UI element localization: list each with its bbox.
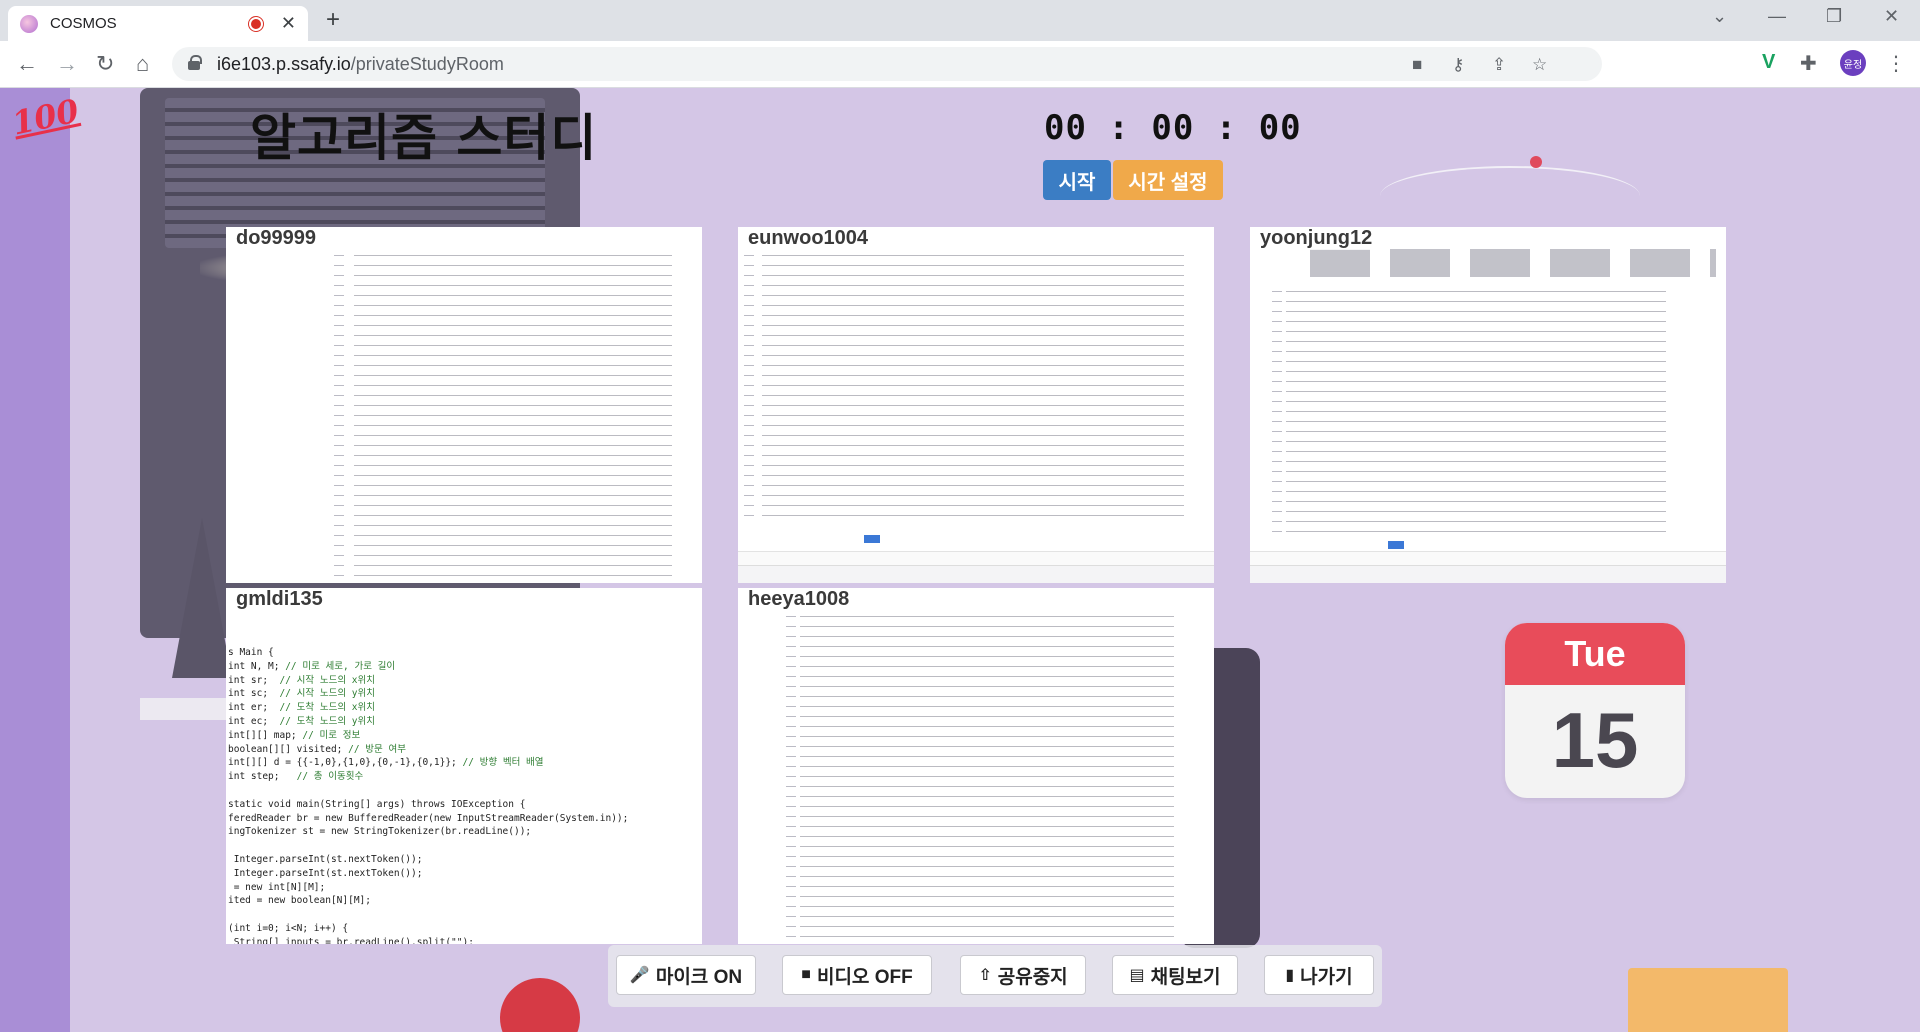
shared-screen [226,249,702,583]
calendar-weekday: Tue [1505,623,1685,685]
leave-room-button[interactable]: ▮ 나가기 [1264,955,1374,995]
shared-code-text: s Main { int N, M; // 미로 세로, 가로 길이 int sr;… [228,646,628,944]
share-icon[interactable]: ⇪ [1492,55,1506,75]
page-title: 알고리즘 스터디 [250,109,598,167]
browser-menu-icon[interactable]: ⋮ [1886,51,1906,76]
bg-pin-illustration [1530,156,1542,168]
tab-search-icon[interactable]: ⌄ [1712,6,1727,27]
video-tile-gmldi135[interactable]: gmldi135 s Main { int N, M; // 미로 세로, 가로 … [226,588,702,944]
code-line: ited = new boolean[N][M]; [228,895,371,907]
forward-icon[interactable]: → [56,51,78,77]
minimize-icon[interactable]: — [1768,6,1786,27]
set-time-button[interactable]: 시간 설정 [1113,160,1223,200]
code-line: s Main { [228,647,274,658]
cosmos-favicon-icon [20,14,38,33]
microphone-icon: 🎤 [629,967,650,984]
hundred-logo-icon[interactable]: 100 [9,91,82,142]
maximize-icon[interactable]: ❐ [1826,6,1842,27]
extension-v-icon[interactable]: V [1762,51,1775,74]
left-sidebar: 100 [0,88,82,1032]
code-line: boolean[][] visited; // 방문 여부 [228,743,406,755]
participant-name: eunwoo1004 [744,227,873,250]
bg-mug-illustration [500,978,580,1032]
participant-name: do99999 [232,227,321,250]
calendar-illustration: Tue 15 [1505,623,1685,798]
code-line: int sc; // 시작 노드의 y위치 [228,688,375,700]
code-line: = new int[N][M]; [228,881,326,893]
code-line: feredReader br = new BufferedReader(new … [228,812,629,824]
code-line: int er; // 도착 노드의 x위치 [228,702,375,714]
video-tile-do99999[interactable]: do99999 [226,227,702,583]
stop-share-button[interactable]: ⇧ 공유중지 [960,955,1086,995]
code-line: (int i=0; i<N; i++) { [228,922,349,934]
shared-screen [738,610,1214,944]
code-line: int N, M; // 미로 세로, 가로 길이 [228,660,396,672]
close-tab-icon[interactable]: ✕ [281,13,296,34]
profile-avatar[interactable]: 윤정 [1840,50,1866,76]
recording-icon [248,16,263,31]
participant-name: yoonjung12 [1256,227,1377,250]
bg-eiffel-tower-illustration [172,518,232,678]
code-line: Integer.parseInt(st.nextToken()); [228,867,423,879]
video-tile-eunwoo1004[interactable]: eunwoo1004 [738,227,1214,583]
url-text: i6e103.p.ssafy.io/privateStudyRoom [217,54,504,74]
browser-tabbar: COSMOS ✕ + ⌄ — ❐ ✕ [0,0,1920,41]
code-line: int sr; // 시작 노드의 x위치 [228,674,375,686]
address-bar[interactable]: i6e103.p.ssafy.io/privateStudyRoom ■ ⚷ ⇪… [172,47,1602,81]
shared-screen: s Main { int N, M; // 미로 세로, 가로 길이 int sr;… [226,610,702,944]
study-room-page: 100 Tue 15 알고리즘 스터디 00 : 00 : 00 시작 시간 설… [0,88,1920,1032]
code-line: Integer.parseInt(st.nextToken()); [228,853,423,865]
video-toggle-button[interactable]: ■ 비디오 OFF [782,955,932,995]
share-screen-icon: ⇧ [978,967,992,984]
shared-screen [1250,249,1726,583]
code-line: String[] inputs = br.readLine().split(""… [228,936,474,944]
participant-name: heeya1008 [744,588,854,611]
code-line: int ec; // 도착 노드의 y위치 [228,715,375,727]
video-tile-yoonjung12[interactable]: yoonjung12 [1250,227,1726,583]
browser-toolbar: ← → ↻ ⌂ i6e103.p.ssafy.io/privateStudyRo… [0,41,1920,88]
extensions-puzzle-icon[interactable]: ✚ [1800,51,1817,76]
browser-tab[interactable]: COSMOS ✕ [8,6,308,41]
study-timer: 00 : 00 : 00 [1044,108,1302,148]
new-tab-button[interactable]: + [326,6,340,34]
bg-frame-illustration [1628,968,1788,1032]
video-camera-icon: ■ [801,966,811,983]
reload-icon[interactable]: ↻ [96,51,114,77]
participant-name: gmldi135 [232,588,327,611]
code-line: int[][] d = {{-1,0},{1,0},{0,-1},{0,1}};… [228,757,544,769]
camera-icon[interactable]: ■ [1412,55,1422,75]
bookmark-star-icon[interactable]: ☆ [1532,55,1547,75]
lock-icon[interactable] [188,55,202,70]
calendar-day: 15 [1551,696,1639,784]
chat-toggle-button[interactable]: ▤ 채팅보기 [1112,955,1238,995]
code-line: int step; // 총 이동횟수 [228,771,364,783]
timer-start-button[interactable]: 시작 [1043,160,1111,200]
key-icon[interactable]: ⚷ [1452,55,1464,75]
mic-toggle-button[interactable]: 🎤 마이크 ON [616,955,756,995]
video-tile-heeya1008[interactable]: heeya1008 [738,588,1214,944]
exit-door-icon: ▮ [1285,967,1295,984]
code-line: static void main(String[] args) throws I… [228,798,526,810]
tab-title: COSMOS [50,15,117,32]
code-line: ingTokenizer st = new StringTokenizer(br… [228,826,532,838]
meeting-controls: 🎤 마이크 ON ■ 비디오 OFF ⇧ 공유중지 ▤ 채팅보기 ▮ 나가기 [608,945,1382,1007]
home-icon[interactable]: ⌂ [136,51,149,77]
bg-string-illustration [1380,166,1640,226]
code-line: int[][] map; // 미로 정보 [228,729,361,741]
back-icon[interactable]: ← [16,51,38,77]
shared-screen [738,249,1214,583]
close-window-icon[interactable]: ✕ [1884,6,1899,27]
chat-bubble-icon: ▤ [1129,967,1145,984]
